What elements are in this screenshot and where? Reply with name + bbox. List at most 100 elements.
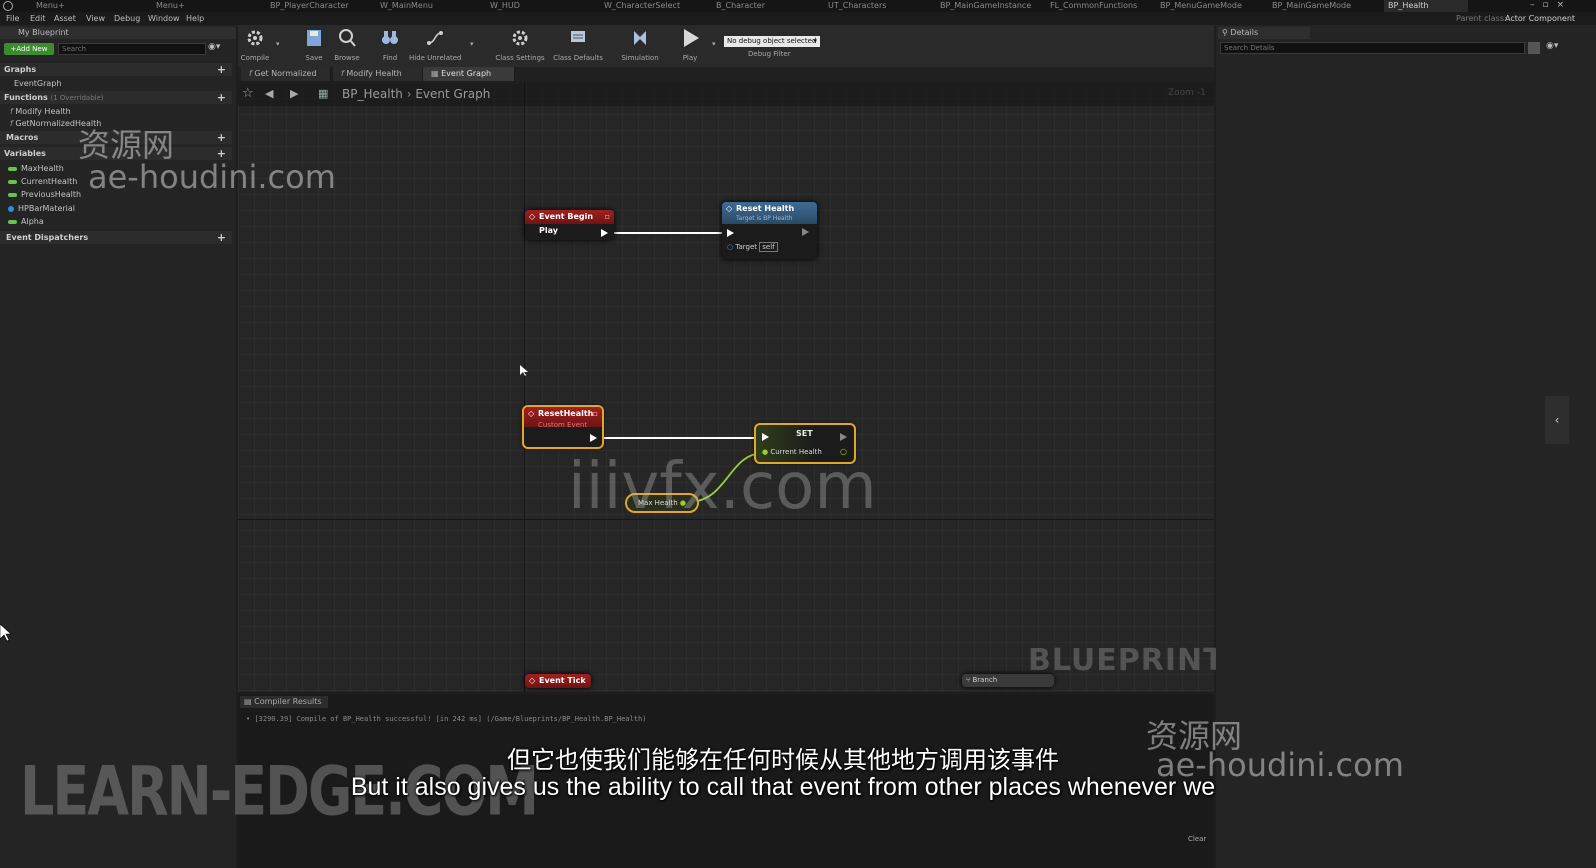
top-tab[interactable]: UT_Characters [828, 0, 918, 12]
node-header: ◇ Reset Health Target is BP Health [722, 202, 817, 224]
details-search-input[interactable] [1220, 42, 1525, 54]
subtitle-english: But it also gives us the ability to call… [350, 773, 1216, 801]
target-pin[interactable]: ○ Target self [727, 242, 778, 252]
top-tab[interactable]: Menu+ [156, 0, 226, 12]
top-tab[interactable]: W_CharacterSelect [604, 0, 694, 12]
top-tab[interactable]: BP_MainGameMode [1272, 0, 1372, 12]
delegate-pin-icon[interactable]: ▫ [593, 407, 598, 421]
reset-health-call-node[interactable]: ◇ Reset Health Target is BP Health ○ Targe… [722, 202, 817, 259]
top-tab[interactable]: FL_CommonFunctions [1050, 0, 1150, 12]
graphs-section[interactable]: Graphs + [0, 63, 232, 76]
play-options-chevron-icon[interactable]: ▾ [712, 40, 716, 48]
function-icon: f [10, 107, 13, 116]
functions-section[interactable]: Functions (1 Overridable) + [0, 91, 232, 104]
graphs-label: Graphs [4, 65, 37, 74]
function-call-icon: ◇ [726, 204, 733, 213]
menu-help[interactable]: Help [186, 12, 204, 25]
function-icon: f [10, 119, 13, 128]
node-header: ◇ ResetHealth ▫ Custom Event [524, 407, 602, 429]
add-graph-icon[interactable]: + [217, 63, 226, 76]
exec-out-pin[interactable] [601, 229, 608, 237]
parent-class-value[interactable]: Actor Component [1505, 12, 1575, 25]
float-pill-icon [8, 166, 17, 171]
tab-event-graph[interactable]: ▦ Event Graph [423, 67, 515, 81]
node-title: ResetHealth [538, 409, 594, 418]
delegate-pin-icon[interactable]: ▫ [605, 210, 610, 224]
window-controls[interactable]: –▫× [1530, 0, 1596, 12]
node-subtitle: Target is BP Health [736, 215, 793, 222]
exec-out-pin[interactable] [802, 228, 809, 236]
top-tab[interactable]: W_HUD [490, 0, 550, 12]
top-tab-active[interactable]: BP_Health [1384, 0, 1468, 12]
menu-asset[interactable]: Asset [54, 12, 76, 25]
event-dispatchers-section[interactable]: Event Dispatchers + [0, 231, 232, 244]
binoculars-icon [382, 31, 398, 44]
exec-in-pin[interactable] [727, 229, 734, 237]
exec-out-pin[interactable] [590, 434, 597, 442]
tab-modify-health[interactable]: f Modify Health [333, 67, 423, 81]
compile-options-chevron-icon[interactable]: ▾ [276, 40, 280, 48]
node-title: SET [796, 429, 813, 438]
unreal-logo-icon [3, 1, 13, 11]
top-tab[interactable]: BP_PlayerCharacter [270, 0, 360, 12]
variable-name: PreviousHealth [21, 190, 82, 199]
compiler-icon: ▤ [244, 697, 252, 706]
property-matrix-icon[interactable] [1528, 42, 1540, 54]
add-macro-icon[interactable]: + [217, 131, 226, 144]
exec-in-pin[interactable] [762, 433, 769, 441]
class-settings-button[interactable]: Class Settings [494, 25, 546, 67]
menu-file[interactable]: File [6, 12, 19, 25]
compiler-results-tab[interactable]: ▤ Compiler Results [240, 696, 328, 708]
add-function-icon[interactable]: + [217, 91, 226, 104]
view-options-icon[interactable]: ◉▾ [208, 42, 220, 52]
variable-name: CurrentHealth [21, 177, 78, 186]
tab-label: Event Graph [441, 69, 492, 78]
collapse-panel-chevron-icon[interactable]: ‹ [1545, 396, 1569, 444]
event-tick-node[interactable]: ◇ Event Tick [525, 674, 591, 688]
details-tab[interactable]: ⚲ Details [1218, 27, 1310, 39]
variable-item[interactable]: Alpha [0, 215, 232, 228]
branch-icon: ⑂ [966, 676, 971, 684]
node-wires [600, 232, 765, 503]
reset-health-custom-event-node[interactable]: ◇ ResetHealth ▫ Custom Event [522, 405, 604, 449]
add-dispatcher-icon[interactable]: + [217, 231, 226, 244]
compile-label: Compile [240, 54, 270, 62]
clear-button[interactable]: Clear [1188, 835, 1206, 843]
top-tab[interactable]: W_MainMenu [380, 0, 460, 12]
tab-get-normalized-health[interactable]: f Get Normalized He [241, 67, 331, 92]
top-tab[interactable]: Menu+ [36, 0, 96, 12]
event-begin-play-node[interactable]: ◇ Event Begin Play ▫ [525, 210, 614, 240]
my-blueprint-header: My Blueprint [0, 27, 236, 39]
view-options-icon[interactable]: ◉▾ [1546, 41, 1558, 51]
menu-window[interactable]: Window [148, 12, 180, 25]
exec-out-pin[interactable] [840, 433, 847, 441]
simulation-label: Simulation [621, 54, 659, 62]
class-settings-label: Class Settings [495, 54, 545, 62]
blueprint-search-input[interactable] [58, 43, 206, 55]
variable-item[interactable]: HPBarMaterial [0, 202, 232, 215]
play-button[interactable]: Play [664, 25, 716, 67]
function-item-label: Modify Health [15, 107, 71, 116]
menu-edit[interactable]: Edit [30, 12, 46, 25]
float-pill-icon [8, 192, 17, 197]
functions-label: Functions [4, 93, 48, 102]
target-label: Target [735, 243, 757, 251]
watermark-site-top: ae-houdini.com [88, 158, 336, 196]
target-value: self [759, 242, 778, 252]
simulation-icon [634, 31, 646, 45]
menu-debug[interactable]: Debug [114, 12, 140, 25]
top-tab[interactable]: BP_MainGameInstance [940, 0, 1040, 12]
graph-item-eventgraph[interactable]: EventGraph [0, 77, 232, 90]
compile-button[interactable]: Compile [229, 25, 281, 67]
hide-unrelated-button[interactable]: Hide Unrelated [409, 25, 462, 67]
top-tab[interactable]: B_Character [716, 0, 806, 12]
node-title: Reset Health [736, 204, 795, 213]
add-new-button[interactable]: +Add New [4, 43, 54, 55]
top-tab[interactable]: BP_MenuGameMode [1160, 0, 1260, 12]
macros-label: Macros [6, 133, 39, 142]
menu-view[interactable]: View [86, 12, 105, 25]
debug-object-select[interactable]: No debug object selected ▾ [724, 36, 820, 47]
hide-options-chevron-icon[interactable]: ▾ [470, 40, 474, 48]
class-defaults-button[interactable]: Class Defaults [552, 25, 604, 67]
simulation-button[interactable]: Simulation [614, 25, 666, 67]
